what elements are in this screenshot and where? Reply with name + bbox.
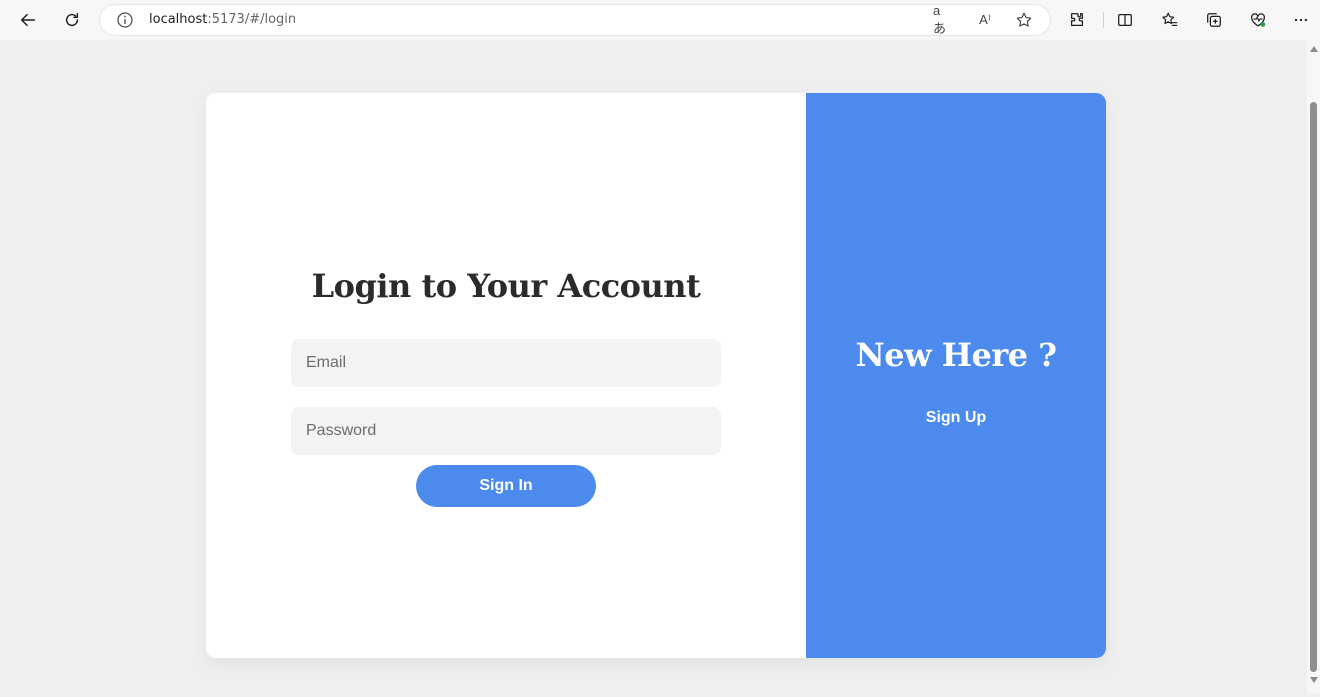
browser-toolbar: localhost:5173/#/login aあ A⁾: [0, 0, 1320, 40]
collections-icon[interactable]: [1200, 6, 1228, 34]
split-screen-icon[interactable]: [1111, 6, 1139, 34]
login-title: Login to Your Account: [311, 267, 701, 305]
translate-icon[interactable]: aあ: [933, 3, 953, 36]
favorites-icon[interactable]: [1156, 6, 1184, 34]
url-path: :5173/#/login: [207, 12, 297, 27]
favorite-star-icon[interactable]: [1014, 10, 1034, 30]
login-panel: Login to Your Account Sign In: [206, 93, 806, 658]
new-here-heading: New Here ?: [855, 336, 1058, 374]
back-icon[interactable]: [14, 6, 42, 34]
read-aloud-icon[interactable]: A⁾: [975, 10, 995, 30]
browser-essentials-icon[interactable]: [1244, 6, 1272, 34]
scroll-down-arrow-icon[interactable]: [1310, 677, 1318, 683]
sign-in-button[interactable]: Sign In: [416, 465, 596, 507]
password-input[interactable]: [291, 407, 721, 455]
sign-up-button[interactable]: Sign Up: [896, 402, 1016, 434]
extensions-icon[interactable]: [1063, 6, 1091, 34]
login-card: Login to Your Account Sign In New Here ?…: [206, 93, 1106, 658]
read-aloud-label: A⁾: [979, 12, 991, 27]
site-info-icon[interactable]: [116, 11, 134, 29]
url-host: localhost: [149, 12, 208, 27]
toolbar-separator: [1103, 12, 1104, 28]
refresh-icon[interactable]: [58, 6, 86, 34]
translate-label: aあ: [933, 3, 947, 36]
url-text[interactable]: localhost:5173/#/login: [149, 12, 296, 27]
more-options-icon[interactable]: [1287, 6, 1315, 34]
scroll-up-arrow-icon[interactable]: [1310, 46, 1318, 52]
vertical-scrollbar[interactable]: [1307, 40, 1320, 693]
email-input[interactable]: [291, 339, 721, 387]
signup-panel: New Here ? Sign Up: [806, 93, 1106, 658]
address-bar[interactable]: localhost:5173/#/login aあ A⁾: [100, 3, 1050, 36]
scrollbar-thumb[interactable]: [1310, 102, 1317, 672]
